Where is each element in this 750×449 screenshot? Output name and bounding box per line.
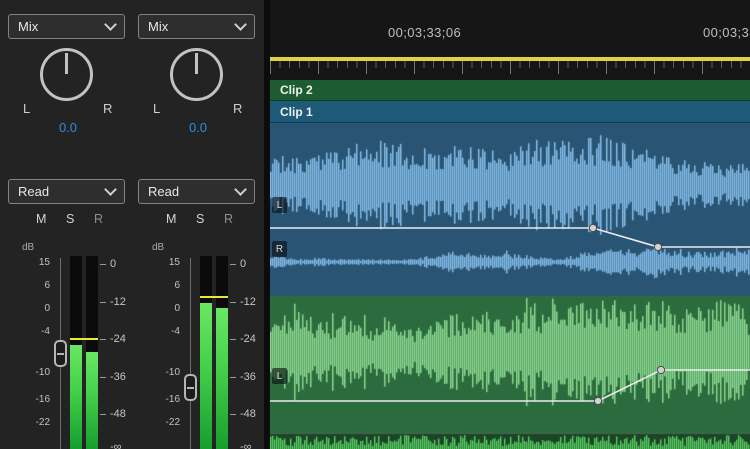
- fader-scale: 15 6 0 -4 -10 -16 -22: [20, 0, 50, 449]
- channel-badge-l: L: [272, 197, 287, 213]
- meter-fill: [70, 345, 82, 449]
- audio-clip-mixer-app: Mix L R 0.0 Read M S R dB 1560-4-10-16-2…: [0, 0, 750, 449]
- pan-knob-pointer: [65, 53, 68, 74]
- fader-scale-label: -4: [171, 326, 180, 337]
- fader-scale-label: 15: [39, 257, 50, 268]
- meter-scale-label: 0: [110, 258, 116, 270]
- fader-handle-dash: [187, 387, 194, 389]
- fader-scale-label: 6: [44, 280, 50, 291]
- ruler-ticks: [270, 61, 750, 76]
- clip-title-bar-clip2[interactable]: Clip 2: [270, 80, 750, 101]
- meter-scale-tick: [100, 264, 106, 265]
- pan-knob-pointer: [195, 53, 198, 74]
- meter-scale-label: -36: [110, 371, 126, 383]
- fader-scale-label: -10: [36, 367, 50, 378]
- meter-scale-tick: [230, 339, 236, 340]
- meter-scale-tick: [100, 377, 106, 378]
- meter-scale-label: -12: [110, 296, 126, 308]
- level-meter-left: [200, 256, 212, 449]
- solo-button[interactable]: S: [196, 212, 204, 226]
- meter-scale-label: 0: [240, 258, 246, 270]
- mixer-strip-2: Mix L R 0.0 Read M S R dB 1560-4-10-16-2…: [134, 0, 262, 449]
- automation-overlay: [270, 123, 750, 296]
- meter-scale-tick: [230, 377, 236, 378]
- meter-scale-label: -48: [240, 408, 256, 420]
- keyframe-dot[interactable]: [654, 243, 661, 250]
- level-meter-right: [86, 256, 98, 449]
- fader-handle[interactable]: [184, 374, 197, 401]
- meter-scale-tick: [100, 302, 106, 303]
- fader-scale-label: 6: [174, 280, 180, 291]
- level-meter-left: [70, 256, 82, 449]
- keyframe-dot[interactable]: [657, 366, 664, 373]
- fader-scale-label: -22: [36, 417, 50, 428]
- fader-scale-label: -10: [166, 367, 180, 378]
- meter-scale-neg-infinity: -∞: [240, 441, 252, 449]
- channel-badge-r: R: [272, 241, 287, 257]
- meter-scale-tick: [100, 414, 106, 415]
- meter-scale-label: -48: [110, 408, 126, 420]
- fader-scale-label: -4: [41, 326, 50, 337]
- meter-scale-label: -24: [110, 333, 126, 345]
- audio-track-clip2[interactable]: L: [270, 296, 750, 449]
- meter-scale: 0 -12 -24 -36 -48 -∞: [100, 0, 132, 449]
- fader-track[interactable]: [190, 258, 191, 449]
- meter-scale-label: -12: [240, 296, 256, 308]
- meter-scale-tick: [230, 302, 236, 303]
- fader-scale-label: -16: [166, 394, 180, 405]
- mixer-strip-1: Mix L R 0.0 Read M S R dB 1560-4-10-16-2…: [4, 0, 132, 449]
- meter-fill: [86, 352, 98, 449]
- meter-scale-label: -24: [240, 333, 256, 345]
- meter-scale-neg-infinity: -∞: [110, 441, 122, 449]
- fader-scale-label: 0: [44, 303, 50, 314]
- clip-name: Clip 2: [280, 83, 313, 97]
- volume-automation-line[interactable]: [270, 228, 750, 247]
- fader-scale: 15 6 0 -4 -10 -16 -22: [150, 0, 180, 449]
- ruler-timecode: 00;03;33: [703, 25, 750, 40]
- meter-fill: [216, 308, 228, 449]
- ruler-timecode: 00;03;33;06: [388, 25, 461, 40]
- peak-indicator: [200, 296, 228, 298]
- time-ruler[interactable]: 00;03;33;06 00;03;33: [270, 0, 750, 57]
- volume-automation-line[interactable]: [270, 370, 750, 401]
- keyframe-dot[interactable]: [589, 224, 596, 231]
- fader-scale-label: -22: [166, 417, 180, 428]
- solo-button[interactable]: S: [66, 212, 74, 226]
- meter-fill: [200, 303, 212, 449]
- clip-mixer-panel: Mix L R 0.0 Read M S R dB 1560-4-10-16-2…: [0, 0, 264, 449]
- timeline-panel: 00;03;33;0600;03;33 Clip 2 Clip 1 LR L: [270, 0, 750, 449]
- meter-scale: 0 -12 -24 -36 -48 -∞: [230, 0, 262, 449]
- meter-scale-label: -36: [240, 371, 256, 383]
- clip-title-bar-clip1[interactable]: Clip 1: [270, 101, 750, 123]
- fader-scale-label: -16: [36, 394, 50, 405]
- fader-scale-label: 0: [174, 303, 180, 314]
- meter-scale-tick: [230, 414, 236, 415]
- clip-name: Clip 1: [280, 105, 313, 119]
- level-meter-right: [216, 256, 228, 449]
- fader-handle-dash: [57, 353, 64, 355]
- meter-scale-tick: [100, 339, 106, 340]
- fader-scale-label: 15: [169, 257, 180, 268]
- peak-indicator: [70, 338, 98, 340]
- fader-handle[interactable]: [54, 340, 67, 367]
- channel-badge-l: L: [272, 368, 287, 384]
- audio-track-clip1[interactable]: LR: [270, 123, 750, 296]
- automation-overlay: [270, 296, 750, 449]
- keyframe-dot[interactable]: [594, 397, 601, 404]
- meter-scale-tick: [230, 264, 236, 265]
